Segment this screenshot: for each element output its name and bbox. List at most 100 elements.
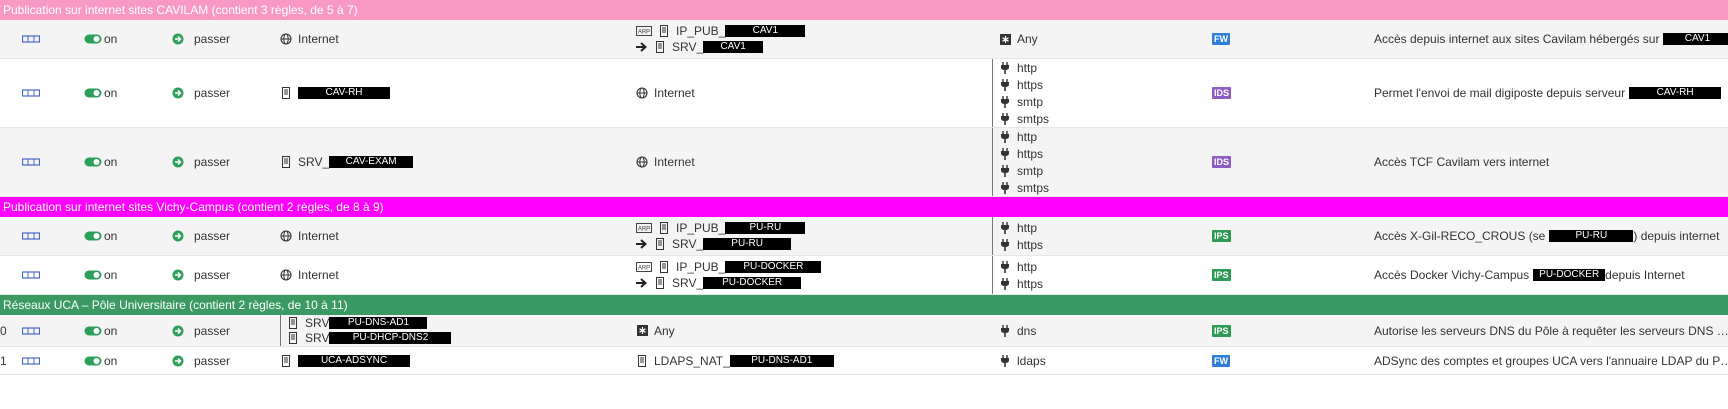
destination-object[interactable]: ARP IP_PUB_ PU-DOCKER bbox=[636, 259, 822, 275]
status-toggle[interactable]: on bbox=[84, 154, 117, 170]
server-icon bbox=[658, 25, 670, 37]
inspection-badge[interactable]: IPS bbox=[1212, 324, 1231, 337]
inspection-badge[interactable]: IPS bbox=[1212, 269, 1231, 281]
service-object[interactable]: smtp bbox=[999, 93, 1049, 110]
source-object[interactable]: SRV PU-DHCP-DNS2 bbox=[287, 331, 452, 347]
destination-object[interactable]: Any bbox=[636, 323, 675, 339]
status-label: on bbox=[104, 155, 118, 169]
plug-icon bbox=[999, 61, 1011, 74]
service-object[interactable]: https bbox=[999, 275, 1043, 292]
source-object[interactable]: SRV_ CAV-EXAM bbox=[280, 154, 414, 170]
rule-row[interactable]: on passer Internet ARP IP_PUB_ CAV1 SRV_ CAV1 An… bbox=[0, 20, 1728, 59]
action-button[interactable]: passer bbox=[172, 85, 230, 101]
destination-object[interactable]: SRV_ PU-RU bbox=[636, 236, 805, 252]
rule-group-header[interactable]: Réseaux UCA – Pôle Universitaire (contie… bbox=[0, 295, 1728, 315]
source-object[interactable]: Internet bbox=[280, 228, 339, 244]
rule-row[interactable]: 1 on passer UCA-ADSYNC LDAPS_NAT_ PU-DNS-AD1 l… bbox=[0, 347, 1728, 375]
service-object[interactable]: https bbox=[999, 145, 1049, 162]
service-label: http bbox=[1017, 259, 1038, 274]
drag-handle-icon[interactable] bbox=[22, 230, 40, 242]
service-object[interactable]: smtps bbox=[999, 179, 1049, 196]
inspection-badge[interactable]: IDS bbox=[1212, 87, 1232, 99]
inspection-badge[interactable]: IPS bbox=[1212, 230, 1231, 242]
service-object[interactable]: smtp bbox=[999, 162, 1049, 179]
action-button[interactable]: passer bbox=[172, 31, 230, 47]
service-object[interactable]: http bbox=[999, 258, 1043, 275]
source-object[interactable]: SRV PU-DNS-AD1 bbox=[287, 315, 451, 331]
status-toggle[interactable]: on bbox=[84, 353, 117, 369]
action-cell: passer bbox=[172, 256, 230, 294]
destination-object[interactable]: SRV_ CAV1 bbox=[636, 39, 805, 55]
drag-handle-icon[interactable] bbox=[22, 156, 40, 168]
group-title: Publication sur internet sites Vichy-Cam… bbox=[3, 200, 384, 214]
drag-handle-icon[interactable] bbox=[22, 87, 40, 99]
source-label: SRV bbox=[305, 331, 330, 346]
destination-object[interactable]: SRV_ PU-DOCKER bbox=[636, 275, 821, 291]
arp-icon: ARP bbox=[636, 261, 652, 273]
rule-group-header[interactable]: Publication sur internet sites Vichy-Cam… bbox=[0, 197, 1728, 217]
drag-cell bbox=[22, 128, 40, 196]
service-object[interactable]: https bbox=[999, 76, 1049, 93]
comment-cell: Accès TCF Cavilam vers internet bbox=[1374, 128, 1549, 196]
arrow-right-icon bbox=[636, 277, 648, 289]
service-object[interactable]: http bbox=[999, 59, 1049, 76]
toggle-on-icon bbox=[84, 33, 102, 45]
rule-row[interactable]: on passer Internet ARP IP_PUB_ PU-DOCKER SRV_ P… bbox=[0, 256, 1728, 295]
svg-text:ARP: ARP bbox=[638, 266, 650, 272]
status-toggle[interactable]: on bbox=[84, 323, 117, 339]
service-label: smtp bbox=[1017, 163, 1044, 178]
action-cell: passer bbox=[172, 128, 230, 196]
destination-redacted-label: PU-DOCKER bbox=[703, 277, 802, 289]
rule-row[interactable]: on passer CAV-RH Internet http https smtp smtps… bbox=[0, 59, 1728, 128]
source-label: SRV bbox=[305, 315, 330, 330]
drag-handle-icon[interactable] bbox=[22, 33, 40, 45]
destination-object[interactable]: ARP IP_PUB_ CAV1 bbox=[636, 23, 806, 39]
inspection-badge[interactable]: IDS bbox=[1212, 156, 1232, 168]
action-button[interactable]: passer bbox=[172, 323, 230, 339]
server-icon bbox=[658, 261, 670, 273]
rule-row[interactable]: 0 on passer SRV PU-DNS-AD1 SRV PU-DHCP-DNS2 Any… bbox=[0, 315, 1728, 347]
destination-object[interactable]: Internet bbox=[636, 85, 695, 101]
source-object[interactable]: Internet bbox=[280, 267, 339, 283]
inspection-badge[interactable]: FW bbox=[1212, 33, 1230, 45]
destination-redacted-label: PU-RU bbox=[703, 238, 792, 250]
service-object[interactable]: http bbox=[999, 219, 1043, 236]
source-object[interactable]: UCA-ADSYNC bbox=[280, 353, 410, 369]
status-toggle[interactable]: on bbox=[84, 267, 117, 283]
source-object[interactable]: Internet bbox=[280, 31, 339, 47]
action-label: passer bbox=[194, 268, 231, 282]
plug-icon bbox=[999, 221, 1011, 234]
globe-icon bbox=[280, 230, 292, 242]
destination-object[interactable]: LDAPS_NAT_ PU-DNS-AD1 bbox=[636, 353, 834, 369]
destination-object[interactable]: ARP IP_PUB_ PU-RU bbox=[636, 220, 806, 236]
service-object[interactable]: ldaps bbox=[999, 352, 1046, 369]
source-object[interactable]: CAV-RH bbox=[280, 85, 390, 101]
status-toggle[interactable]: on bbox=[84, 228, 117, 244]
inspection-badge[interactable]: FW bbox=[1212, 354, 1230, 367]
drag-handle-icon[interactable] bbox=[22, 355, 40, 367]
destination-label: LDAPS_NAT_ bbox=[654, 353, 730, 368]
service-object[interactable]: http bbox=[999, 128, 1049, 145]
rule-row[interactable]: on passer SRV_ CAV-EXAM Internet http https smt… bbox=[0, 128, 1728, 197]
drag-handle-icon[interactable] bbox=[22, 325, 40, 337]
rule-number: 1 bbox=[0, 353, 7, 368]
service-object[interactable]: Any bbox=[999, 31, 1038, 48]
status-label: on bbox=[104, 323, 118, 338]
service-object[interactable]: smtps bbox=[999, 110, 1049, 127]
service-object[interactable]: dns bbox=[999, 322, 1036, 339]
destination-cell: Internet bbox=[636, 59, 695, 127]
drag-cell bbox=[22, 315, 40, 346]
destination-object[interactable]: Internet bbox=[636, 154, 695, 170]
status-toggle[interactable]: on bbox=[84, 85, 117, 101]
rule-group-header[interactable]: Publication sur internet sites CAVILAM (… bbox=[0, 0, 1728, 20]
drag-handle-icon[interactable] bbox=[22, 269, 40, 281]
rule-row[interactable]: on passer Internet ARP IP_PUB_ PU-RU SRV_ PU-RU… bbox=[0, 217, 1728, 256]
action-button[interactable]: passer bbox=[172, 154, 230, 170]
action-button[interactable]: passer bbox=[172, 267, 230, 283]
action-button[interactable]: passer bbox=[172, 353, 230, 369]
service-object[interactable]: https bbox=[999, 236, 1043, 253]
destination-redacted-label: CAV1 bbox=[725, 25, 806, 37]
action-button[interactable]: passer bbox=[172, 228, 230, 244]
comment-cell: Accès Docker Vichy-Campus PU-DOCKER depuis… bbox=[1374, 256, 1685, 294]
status-toggle[interactable]: on bbox=[84, 31, 117, 47]
